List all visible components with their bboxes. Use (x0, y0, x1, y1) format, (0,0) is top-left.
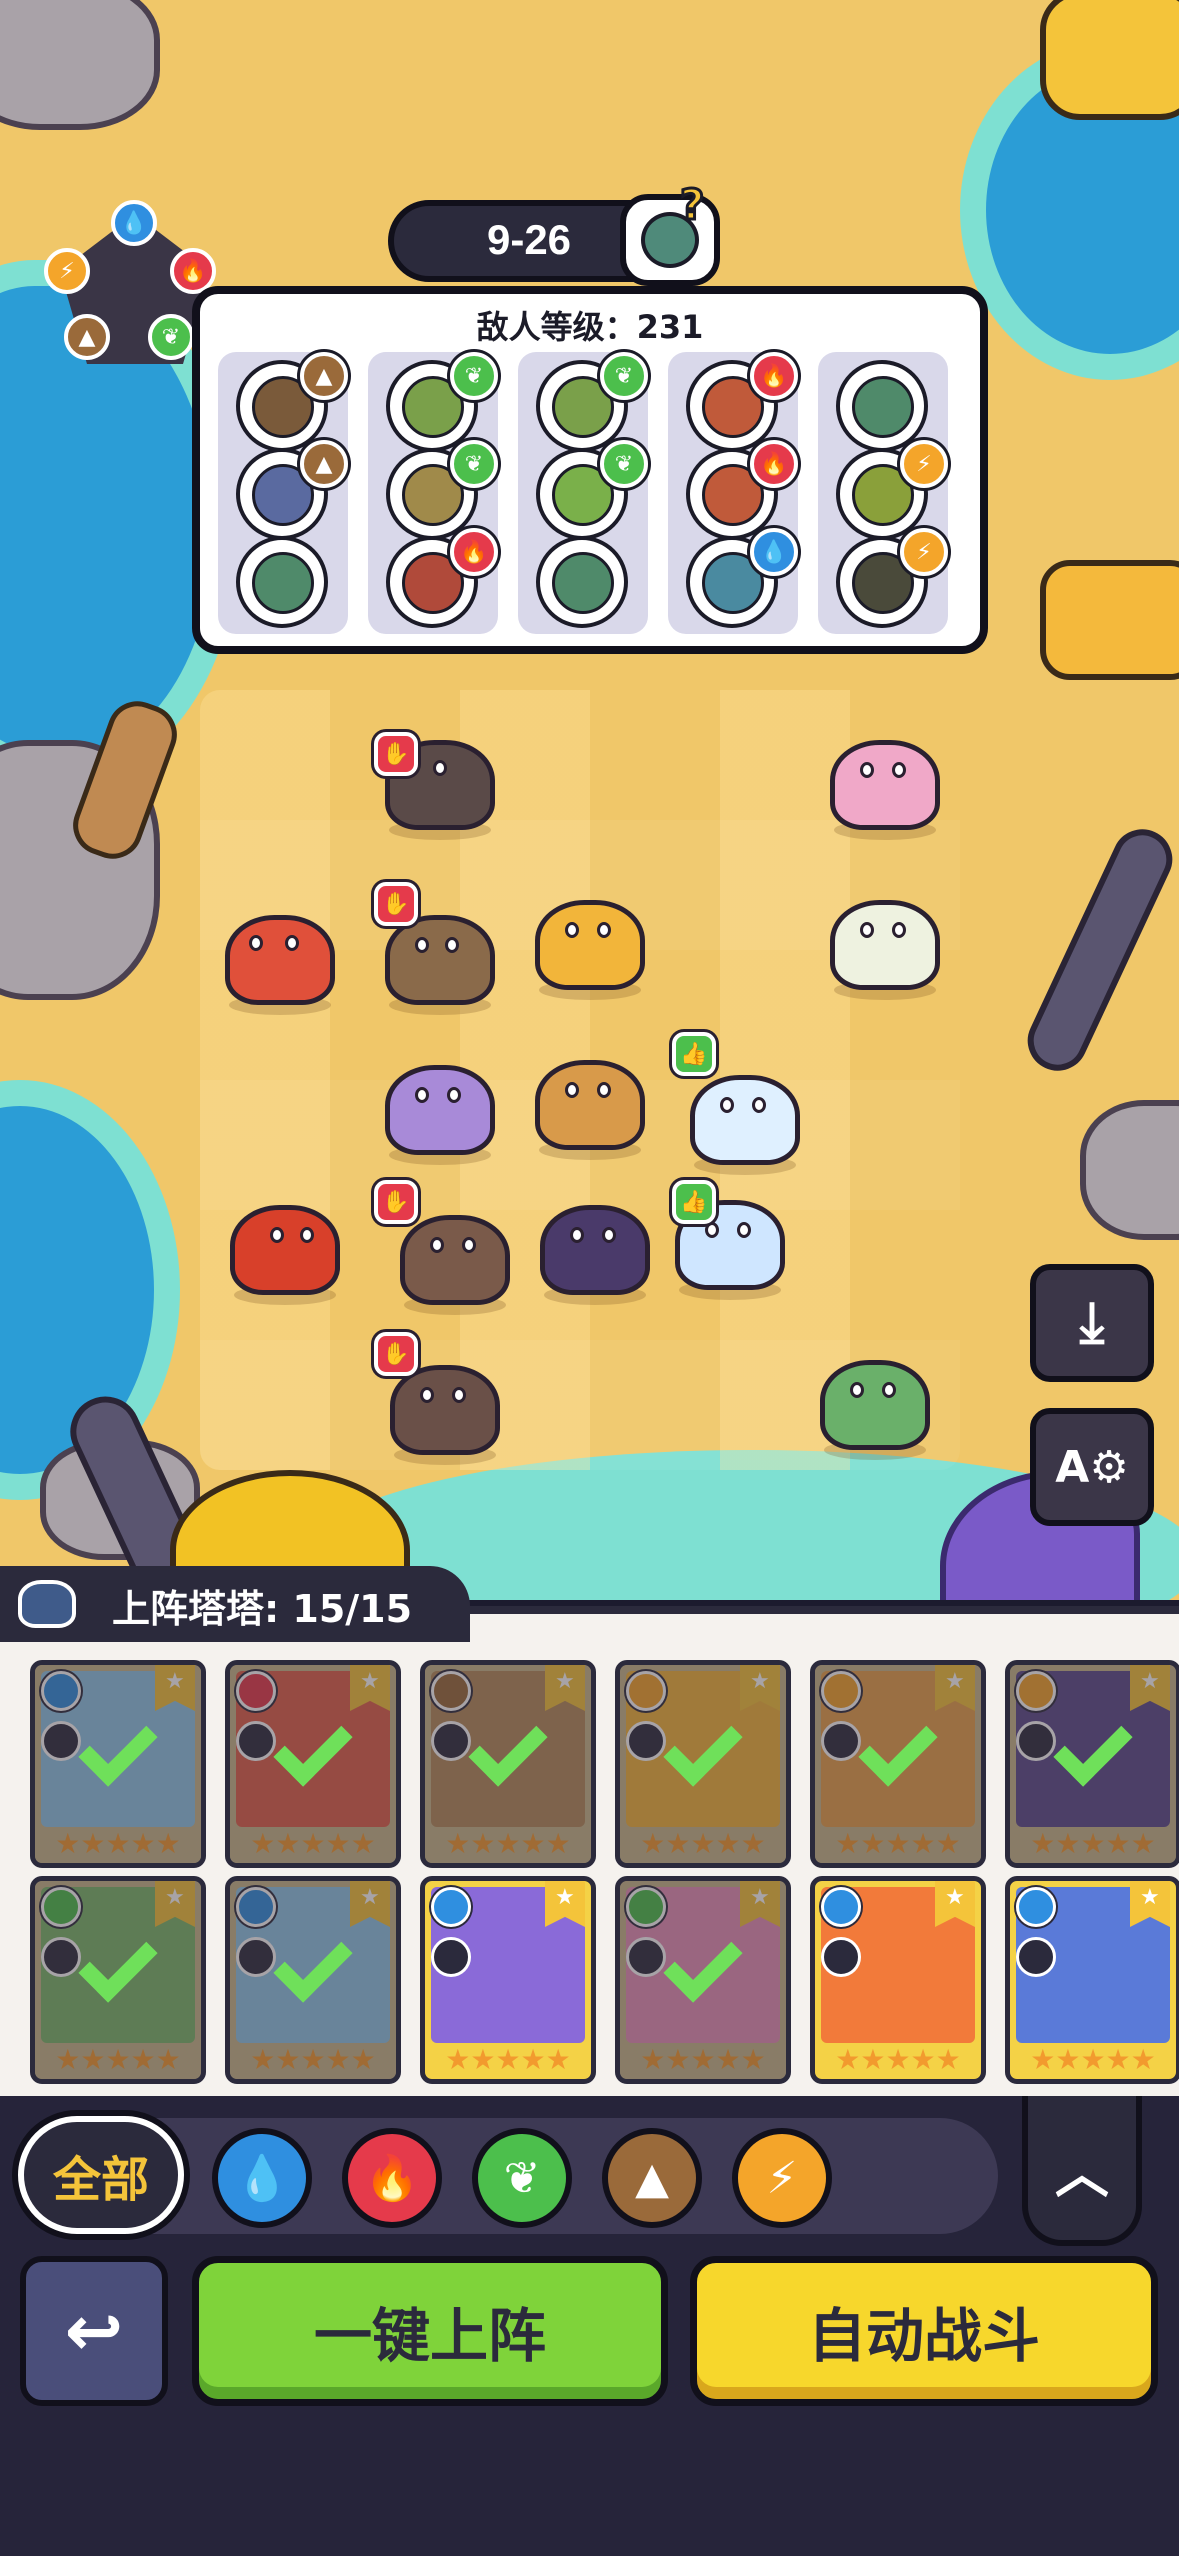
leaf-icon: ❦ (600, 352, 648, 400)
bench-count-label: 上阵塔塔: 15/15 (112, 1587, 413, 1631)
tower-bench-panel: ★ ★★★★★ ★ ★★★★★ ★ ★★★★★ ★ ★★★★★ ★ ★★★★★ ★ ★★★★★ ★ ★★★… (0, 1606, 1179, 2096)
auto-battle-button[interactable]: 自动战斗 (690, 2256, 1158, 2406)
tower-card[interactable]: ★ ★★★★ (30, 1660, 206, 1868)
leaf-icon: ❦ (450, 352, 498, 400)
star-rating: ★★★★★ (835, 2043, 961, 2076)
field-unit-bull[interactable] (525, 1040, 655, 1160)
field-unit-dragon[interactable] (220, 1185, 350, 1305)
filter-bolt-button[interactable]: ⚡ (732, 2128, 832, 2228)
thumb-down-icon: ✋ (374, 882, 418, 926)
earth-icon: ▲ (300, 352, 348, 400)
role-icon (1016, 1937, 1056, 1977)
field-unit-cat[interactable] (375, 1045, 505, 1165)
tower-card[interactable]: ★ ★★★★ (1005, 1660, 1179, 1868)
tower-card[interactable]: ★ ★★★★ (810, 1876, 986, 2084)
tower-card[interactable]: ★ ★★★★ (615, 1660, 791, 1868)
field-unit-rhino[interactable] (530, 1185, 660, 1305)
bolt-icon: ⚡ (900, 440, 948, 488)
leaf-icon: ❦ (148, 314, 194, 360)
stage-indicator: 9-26 ? (388, 179, 720, 286)
fire-icon: 🔥 (450, 528, 498, 576)
tower-card[interactable]: ★ ★★★★ (1005, 1876, 1179, 2084)
auto-settings-button[interactable]: A⚙ (1030, 1408, 1154, 1526)
thumb-down-icon: ✋ (374, 1180, 418, 1224)
enemy-wave-column: ❦ ❦ 🔥 (368, 352, 498, 634)
bench-header: 上阵塔塔: 15/15 (0, 1566, 470, 1642)
enemy-portrait (836, 360, 928, 452)
filter-all-button[interactable]: 全部 (18, 2116, 184, 2234)
water-icon (431, 1887, 471, 1927)
battlefield: 💧 🔥 ❦ ▲ ⚡ 9-26 ? 敌人等级：231 ▲ ▲ ❦ ❦ 🔥 ❦ ❦ 🔥 🔥 💧 ⚡ ⚡ (0, 0, 1179, 1600)
tower-card[interactable]: ★ ★★★★ (420, 1876, 596, 2084)
field-unit-lion[interactable] (525, 880, 655, 1000)
thumb-down-icon: ✋ (374, 732, 418, 776)
role-icon (431, 1937, 471, 1977)
download-button[interactable]: ⤓ (1030, 1264, 1154, 1382)
question-icon: ? (679, 179, 706, 231)
field-unit-frog[interactable] (215, 895, 345, 1015)
water-icon (1016, 1887, 1056, 1927)
ice-cream-decoration (1040, 560, 1179, 680)
collapse-panel-button[interactable]: ︿ (1022, 2096, 1142, 2246)
fire-icon: 🔥 (750, 352, 798, 400)
earth-icon: ▲ (64, 314, 110, 360)
water-icon: 💧 (750, 528, 798, 576)
rock (1080, 1100, 1179, 1240)
bolt-icon: ⚡ (900, 528, 948, 576)
cat-mascot-icon (18, 1580, 76, 1628)
field-unit-leaf-dragon[interactable] (810, 1340, 940, 1460)
enemy-portrait (536, 536, 628, 628)
star-rating: ★★★★★ (445, 2043, 571, 2076)
thumb-up-icon: 👍 (672, 1180, 716, 1224)
enemy-wave-column: 🔥 🔥 💧 (668, 352, 798, 634)
tower-card[interactable]: ★ ★★★★ (225, 1876, 401, 2084)
enemy-wave-column: ❦ ❦ (518, 352, 648, 634)
water-icon: 💧 (111, 200, 157, 246)
pipe-decoration (1017, 819, 1179, 1081)
filter-earth-button[interactable]: ▲ (602, 2128, 702, 2228)
enemy-wave-column: ⚡ ⚡ (818, 352, 948, 634)
boss-portrait[interactable]: ? (620, 179, 720, 286)
star-rating: ★★★★★ (1030, 2043, 1156, 2076)
tower-card[interactable]: ★ ★★★★ (225, 1660, 401, 1868)
rock (0, 0, 160, 130)
enemy-level-label: 敌人等级：231 (476, 308, 704, 346)
quick-deploy-button[interactable]: 一键上阵 (192, 2256, 668, 2406)
tower-card[interactable]: ★ ★★★★ (420, 1660, 596, 1868)
leaf-icon: ❦ (600, 440, 648, 488)
back-button[interactable]: ↩ (20, 2256, 168, 2406)
enemy-preview-panel: 敌人等级：231 ▲ ▲ ❦ ❦ 🔥 ❦ ❦ 🔥 🔥 💧 ⚡ ⚡ (192, 286, 988, 654)
filter-fire-button[interactable]: 🔥 (342, 2128, 442, 2228)
thumb-up-icon: 👍 (672, 1032, 716, 1076)
enemy-portrait (236, 536, 328, 628)
fire-icon: 🔥 (750, 440, 798, 488)
water-icon (821, 1887, 861, 1927)
bolt-icon: ⚡ (44, 248, 90, 294)
field-unit-mantis[interactable] (820, 720, 950, 840)
tower-card[interactable]: ★ ★★★★ (615, 1876, 791, 2084)
enemy-wave-column: ▲ ▲ (218, 352, 348, 634)
filter-leaf-button[interactable]: ❦ (472, 2128, 572, 2228)
leaf-icon: ❦ (450, 440, 498, 488)
filter-water-button[interactable]: 💧 (212, 2128, 312, 2228)
earth-icon: ▲ (300, 440, 348, 488)
role-icon (821, 1937, 861, 1977)
duck-float-decoration (1040, 0, 1179, 120)
tower-card[interactable]: ★ ★★★★ (810, 1660, 986, 1868)
field-unit-turnip[interactable] (820, 880, 950, 1000)
bottom-action-bar: 全部 💧 🔥 ❦ ▲ ⚡ ︿ ↩ 一键上阵 自动战斗 (0, 2096, 1179, 2556)
tower-card[interactable]: ★ ★★★★ (30, 1876, 206, 2084)
stage-label: 9-26 (486, 216, 572, 263)
thumb-down-icon: ✋ (374, 1332, 418, 1376)
